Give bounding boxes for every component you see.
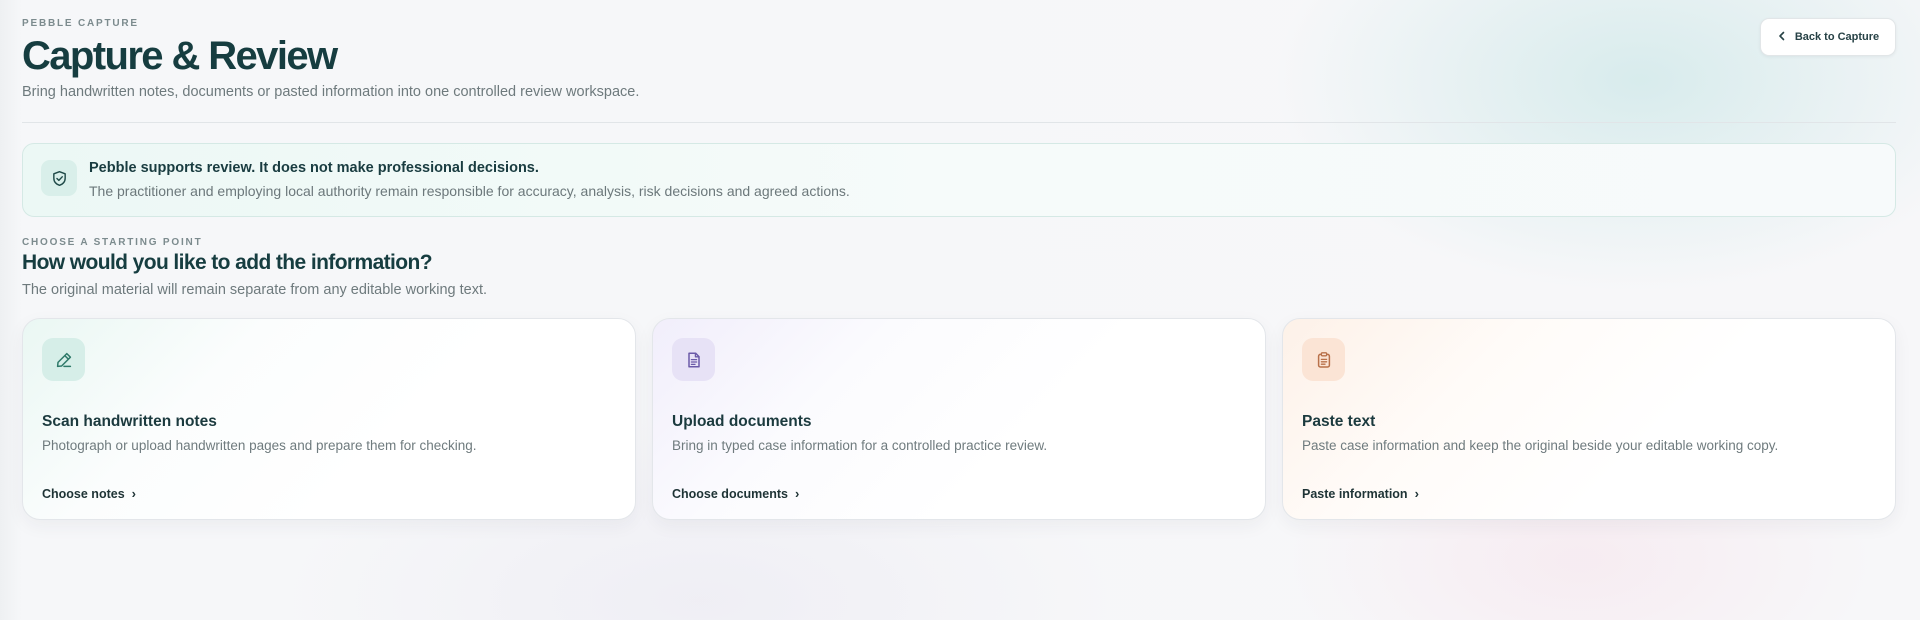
paste-text-card[interactable]: Paste text Paste case information and ke…	[1282, 318, 1896, 520]
chevron-right-icon: ›	[795, 486, 800, 501]
card-description: Bring in typed case information for a co…	[672, 438, 1048, 453]
card-link-label: Choose notes	[42, 486, 125, 501]
card-title: Upload documents	[672, 413, 812, 430]
chevron-left-icon	[1777, 31, 1787, 44]
clipboard-icon	[1302, 338, 1345, 381]
chevron-right-icon: ›	[131, 486, 136, 501]
upload-documents-card[interactable]: Upload documents Bring in typed case inf…	[652, 318, 1266, 520]
section-eyebrow: CHOOSE A STARTING POINT	[22, 237, 203, 248]
choose-notes-link[interactable]: Choose notes ›	[42, 486, 136, 501]
card-title: Scan handwritten notes	[42, 413, 217, 430]
back-to-capture-button[interactable]: Back to Capture	[1760, 18, 1896, 56]
header-divider	[22, 122, 1896, 123]
paste-information-link[interactable]: Paste information ›	[1302, 486, 1419, 501]
starting-point-cards: Scan handwritten notes Photograph or upl…	[22, 318, 1896, 520]
back-button-label: Back to Capture	[1794, 31, 1880, 43]
section-subtitle: The original material will remain separa…	[22, 282, 488, 298]
choose-documents-link[interactable]: Choose documents ›	[672, 486, 799, 501]
chevron-right-icon: ›	[1414, 486, 1419, 501]
review-notice: Pebble supports review. It does not make…	[22, 143, 1896, 217]
app-eyebrow: PEBBLE CAPTURE	[22, 18, 139, 29]
page-title: Capture & Review	[22, 34, 338, 78]
document-icon	[672, 338, 715, 381]
card-link-label: Choose documents	[672, 486, 788, 501]
shield-check-icon	[41, 160, 77, 196]
page-subtitle: Bring handwritten notes, documents or pa…	[22, 84, 640, 100]
scan-notes-card[interactable]: Scan handwritten notes Photograph or upl…	[22, 318, 636, 520]
notice-body: The practitioner and employing local aut…	[89, 183, 850, 199]
capture-review-page: PEBBLE CAPTURE Capture & Review Bring ha…	[22, 0, 1896, 620]
card-description: Photograph or upload handwritten pages a…	[42, 438, 477, 453]
card-description: Paste case information and keep the orig…	[1302, 438, 1779, 453]
card-link-label: Paste information	[1302, 486, 1408, 501]
notice-title: Pebble supports review. It does not make…	[89, 160, 539, 176]
section-title: How would you like to add the informatio…	[22, 251, 433, 274]
pen-icon	[42, 338, 85, 381]
card-title: Paste text	[1302, 413, 1376, 430]
